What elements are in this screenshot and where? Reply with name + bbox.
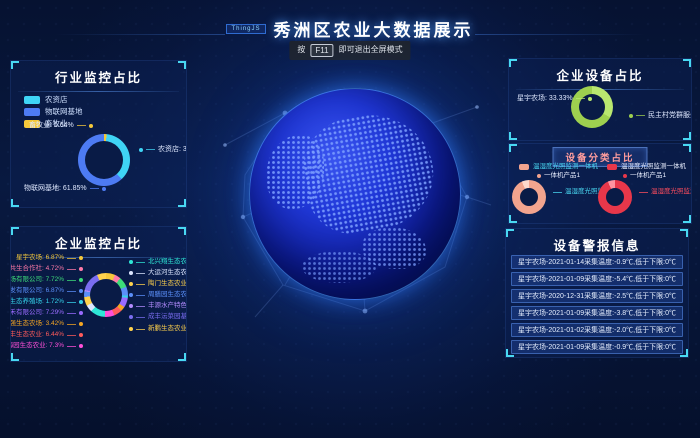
corner-bracket <box>509 215 517 223</box>
chart-label: 红梅园生态农业: 7.3% <box>13 343 83 350</box>
enterprise-panel-title: 企业监控占比 <box>11 233 186 252</box>
panel-device-classification: 设备分类占比 温湿度光照监测一体机 一体机产品1 温湿度光照监测一… 温湿度光照… <box>508 143 692 224</box>
chart-label-farm: 星宇农场: 33.33% <box>517 95 592 102</box>
chart-pointer-label: 温湿度光照监测一… <box>639 189 692 196</box>
corner-bracket <box>683 59 691 67</box>
donut-hole <box>85 141 123 179</box>
alarm-panel-title: 设备警报信息 <box>506 235 688 254</box>
device-ratio-panel-title: 企业设备占比 <box>509 65 691 84</box>
device-ratio-donut-chart[interactable] <box>571 86 613 128</box>
corner-bracket <box>178 199 186 207</box>
earth-globe <box>249 88 461 300</box>
chart-label: 李强生态农场: 3.42% <box>13 321 83 328</box>
corner-bracket <box>509 132 517 140</box>
chart-label: 新鹏生态农业有限公司: 6.87% <box>129 326 187 333</box>
legend-swatch <box>24 108 40 116</box>
alarm-row: 星宇农场-2021-01-14采集温度:-0.9℃,低于下限:0℃ <box>511 255 683 269</box>
legend-swatch <box>24 96 40 104</box>
chart-label-store: 农资店: 36.51% <box>139 146 187 153</box>
chart-label-product: 一体机产品1 <box>537 173 580 180</box>
industry-donut-chart[interactable] <box>78 134 130 186</box>
corner-bracket <box>683 215 691 223</box>
device-class-donut-left[interactable] <box>512 180 546 214</box>
donut-hole <box>606 188 624 206</box>
corner-bracket <box>509 59 517 67</box>
legend-item[interactable]: 物联网基地 <box>24 106 83 118</box>
corner-bracket <box>178 61 186 69</box>
chart-label: 周膳园生态农场: 4.29% <box>129 292 187 299</box>
legend-swatch <box>519 164 529 170</box>
corner-bracket <box>178 227 186 235</box>
legend-item[interactable]: 温湿度光照监测一体机 <box>519 164 598 171</box>
thingjs-logo-badge: ThingJS <box>226 24 265 34</box>
corner-bracket <box>683 132 691 140</box>
legend-swatch <box>607 164 617 170</box>
chart-label: 家庭农场有限公司: 7.72% <box>13 277 83 284</box>
alarm-row: 星宇农场-2020-12-31采集温度:-2.5℃,低于下限:0℃ <box>511 289 683 303</box>
donut-hole <box>90 279 122 311</box>
alarm-row: 星宇农场-2021-01-02采集温度:-2.0℃,低于下限:0℃ <box>511 323 683 337</box>
title-underline <box>18 91 179 92</box>
corner-bracket <box>683 144 691 152</box>
chart-label: 大运河生态农业有限责任公 <box>129 270 187 277</box>
alarm-row: 星宇农场-2021-01-09采集温度:-0.9℃,低于下限:0℃ <box>511 340 683 354</box>
industry-panel-title: 行业监控占比 <box>11 67 186 86</box>
chart-label: 北兴翔生态农场: 11.16% <box>129 259 187 266</box>
chart-label: 陶门生态农业科技有限公 <box>129 281 187 288</box>
chart-label: 振兴发有限公司: 6.87% <box>13 288 83 295</box>
dotted-continent-south <box>302 251 376 283</box>
chart-label: 彩韵园鱼菜共生合作社: 4.72% <box>13 266 83 273</box>
enterprise-donut-chart[interactable] <box>84 273 128 317</box>
corner-bracket <box>11 353 19 361</box>
alarm-row: 星宇农场-2021-01-09采集温度:-3.8℃,低于下限:0℃ <box>511 306 683 320</box>
legend-label: 农资店 <box>45 96 68 104</box>
chart-label-livestock: 畜牧业: 1.64% <box>29 122 93 129</box>
panel-device-alarms: 设备警报信息 星宇农场-2021-01-14采集温度:-0.9℃,低于下限:0℃… <box>505 228 689 358</box>
page-title: 秀洲区农业大数据展示 <box>274 16 474 41</box>
corner-bracket <box>11 61 19 69</box>
chart-label: 星宇农场: 6.87% <box>13 255 83 262</box>
chart-label-product: 一体机产品1 <box>623 173 666 180</box>
chart-label-iot-base: 物联网基地: 61.85% <box>24 185 106 192</box>
chart-label: 仁丰生态农业: 6.44% <box>13 332 83 339</box>
chart-label: 丰源水产特色养殖场: 1.0 <box>129 303 187 310</box>
donut-hole <box>520 188 538 206</box>
chart-label: 成丰沄菜园基地: 15.02% <box>129 314 187 321</box>
corner-bracket <box>506 229 514 237</box>
chart-label: 中润禾有限公司: 7.29% <box>13 310 83 317</box>
header: ThingJS 秀洲区农业大数据展示 <box>0 16 700 41</box>
alarm-list: 星宇农场-2021-01-14采集温度:-0.9℃,低于下限:0℃ 星宇农场-2… <box>511 255 683 357</box>
corner-bracket <box>509 144 517 152</box>
device-class-donut-right[interactable] <box>598 180 632 214</box>
corner-bracket <box>11 227 19 235</box>
chart-label-service-center: 民主村党群服务中心: <box>629 112 692 119</box>
alarm-row: 星宇农场-2021-01-09采集温度:-5.4℃,低于下限:0℃ <box>511 272 683 286</box>
corner-bracket <box>178 353 186 361</box>
corner-bracket <box>680 229 688 237</box>
dashboard-root: ThingJS 秀洲区农业大数据展示 按 F11 即可退出全屏模式 <box>0 0 700 438</box>
corner-bracket <box>11 199 19 207</box>
legend-label: 物联网基地 <box>45 108 83 116</box>
chart-label: 上华生态养殖场: 1.72% <box>13 299 83 306</box>
legend-item[interactable]: 温湿度光照监测一体机 <box>607 164 686 171</box>
legend-item[interactable]: 农资店 <box>24 94 83 106</box>
panel-industry-monitor: 行业监控占比 农资店 物联网基地 畜牧业 畜牧业: 1.64% 农资店: 36.… <box>10 60 187 208</box>
panel-enterprise-monitor: 企业监控占比 星宇农场: 6.87% 彩韵园鱼菜共生合作社: 4.72% 家庭农… <box>10 226 187 362</box>
panel-device-ratio: 企业设备占比 星宇农场: 33.33% 民主村党群服务中心: <box>508 58 692 141</box>
